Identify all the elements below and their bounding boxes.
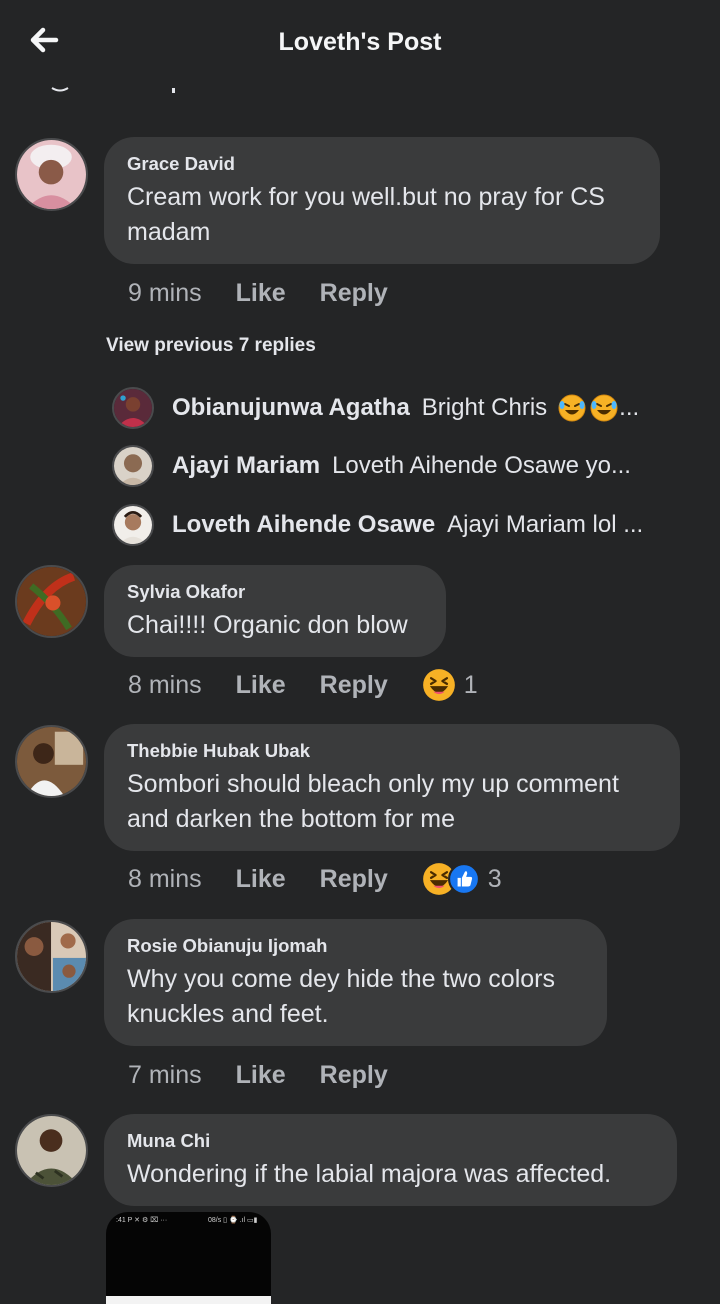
rofl-emoji-icon xyxy=(590,394,618,422)
comment-actions: 8 mins Like Reply 3 xyxy=(128,862,502,896)
reply-item[interactable]: Loveth Aihende Osawe Ajayi Mariam lol ..… xyxy=(112,503,643,547)
comment-author[interactable]: Sylvia Okafor xyxy=(127,581,423,603)
like-button[interactable]: Like xyxy=(236,865,286,894)
reply-item[interactable]: Obianujunwa Agatha Bright Chris ... xyxy=(112,386,639,430)
like-reaction-icon xyxy=(447,863,480,895)
image-attachment[interactable]: :41 P ✕ ⚙ ⌧ ··· 08/s ▯ ⌚ .ıl ▭▮ xyxy=(106,1212,271,1304)
avatar[interactable] xyxy=(15,565,88,638)
comment-bubble[interactable]: Sylvia Okafor Chai!!!! Organic don blow xyxy=(104,565,446,657)
avatar[interactable] xyxy=(15,920,88,993)
reply-button[interactable]: Reply xyxy=(320,671,388,700)
comment-bubble[interactable]: Thebbie Hubak Ubak Sombori should bleach… xyxy=(104,724,680,851)
reply-text: Ajayi Mariam lol ... xyxy=(447,511,644,538)
comment-text: Cream work for you well.but no pray for … xyxy=(127,183,605,246)
page-title: Loveth's Post xyxy=(278,28,442,56)
like-button[interactable]: Like xyxy=(236,279,286,308)
comment-actions: 9 mins Like Reply xyxy=(128,276,422,310)
comment-bubble[interactable]: Muna Chi Wondering if the labial majora … xyxy=(104,1114,677,1206)
avatar[interactable] xyxy=(112,504,154,546)
view-previous-replies-link[interactable]: View previous 7 replies xyxy=(106,335,316,357)
comment-actions: 7 mins Like Reply xyxy=(128,1058,422,1092)
comment-author[interactable]: Muna Chi xyxy=(127,1130,654,1152)
comment-time: 9 mins xyxy=(128,278,202,307)
comment-time: 8 mins xyxy=(128,670,202,699)
reaction-count: 1 xyxy=(463,670,478,699)
header-bar: Loveth's Post xyxy=(0,0,720,90)
reply-button[interactable]: Reply xyxy=(320,1061,388,1090)
comment-bubble[interactable]: Rosie Obianuju Ijomah Why you come dey h… xyxy=(104,919,607,1046)
avatar[interactable] xyxy=(112,387,154,429)
comment-time: 8 mins xyxy=(128,864,202,893)
reaction-summary[interactable]: 3 xyxy=(422,862,502,896)
like-button[interactable]: Like xyxy=(236,1061,286,1090)
comment-author[interactable]: Rosie Obianuju Ijomah xyxy=(127,935,584,957)
reply-author[interactable]: Ajayi Mariam xyxy=(172,452,320,480)
reply-author[interactable]: Obianujunwa Agatha xyxy=(172,394,410,422)
reply-button[interactable]: Reply xyxy=(320,279,388,308)
comment-text: Why you come dey hide the two colors knu… xyxy=(127,965,555,1028)
comment-text: Chai!!!! Organic don blow xyxy=(127,611,408,639)
comment-actions: 8 mins Like Reply 1 xyxy=(128,668,478,702)
reaction-count: 3 xyxy=(487,864,502,893)
haha-reaction-icon xyxy=(422,669,455,701)
comment-author[interactable]: Thebbie Hubak Ubak xyxy=(127,740,657,762)
avatar[interactable] xyxy=(112,445,154,487)
comment-text: Sombori should bleach only my up comment… xyxy=(127,770,619,833)
reply-button[interactable]: Reply xyxy=(320,865,388,894)
comment-text: Wondering if the labial majora was affec… xyxy=(127,1160,612,1188)
avatar[interactable] xyxy=(15,138,88,211)
attachment-preview-strip xyxy=(106,1296,271,1304)
reply-item[interactable]: Ajayi Mariam Loveth Aihende Osawe yo... xyxy=(112,444,631,488)
reaction-summary[interactable]: 1 xyxy=(422,668,478,702)
attachment-status-right: 08/s ▯ ⌚ .ıl ▭▮ xyxy=(208,1217,258,1224)
comment-bubble[interactable]: Grace David Cream work for you well.but … xyxy=(104,137,660,264)
comment-time: 7 mins xyxy=(128,1060,202,1089)
scrolled-content-fragment xyxy=(51,87,175,93)
rofl-emoji-icon xyxy=(558,394,586,422)
avatar[interactable] xyxy=(15,725,88,798)
reply-text: Bright Chris ... xyxy=(421,394,640,422)
avatar[interactable] xyxy=(15,1114,88,1187)
like-button[interactable]: Like xyxy=(236,671,286,700)
reply-author[interactable]: Loveth Aihende Osawe xyxy=(172,511,435,539)
comment-author[interactable]: Grace David xyxy=(127,153,637,175)
reply-text: Loveth Aihende Osawe yo... xyxy=(332,452,631,479)
attachment-status-left: :41 P ✕ ⚙ ⌧ ··· xyxy=(116,1217,168,1224)
